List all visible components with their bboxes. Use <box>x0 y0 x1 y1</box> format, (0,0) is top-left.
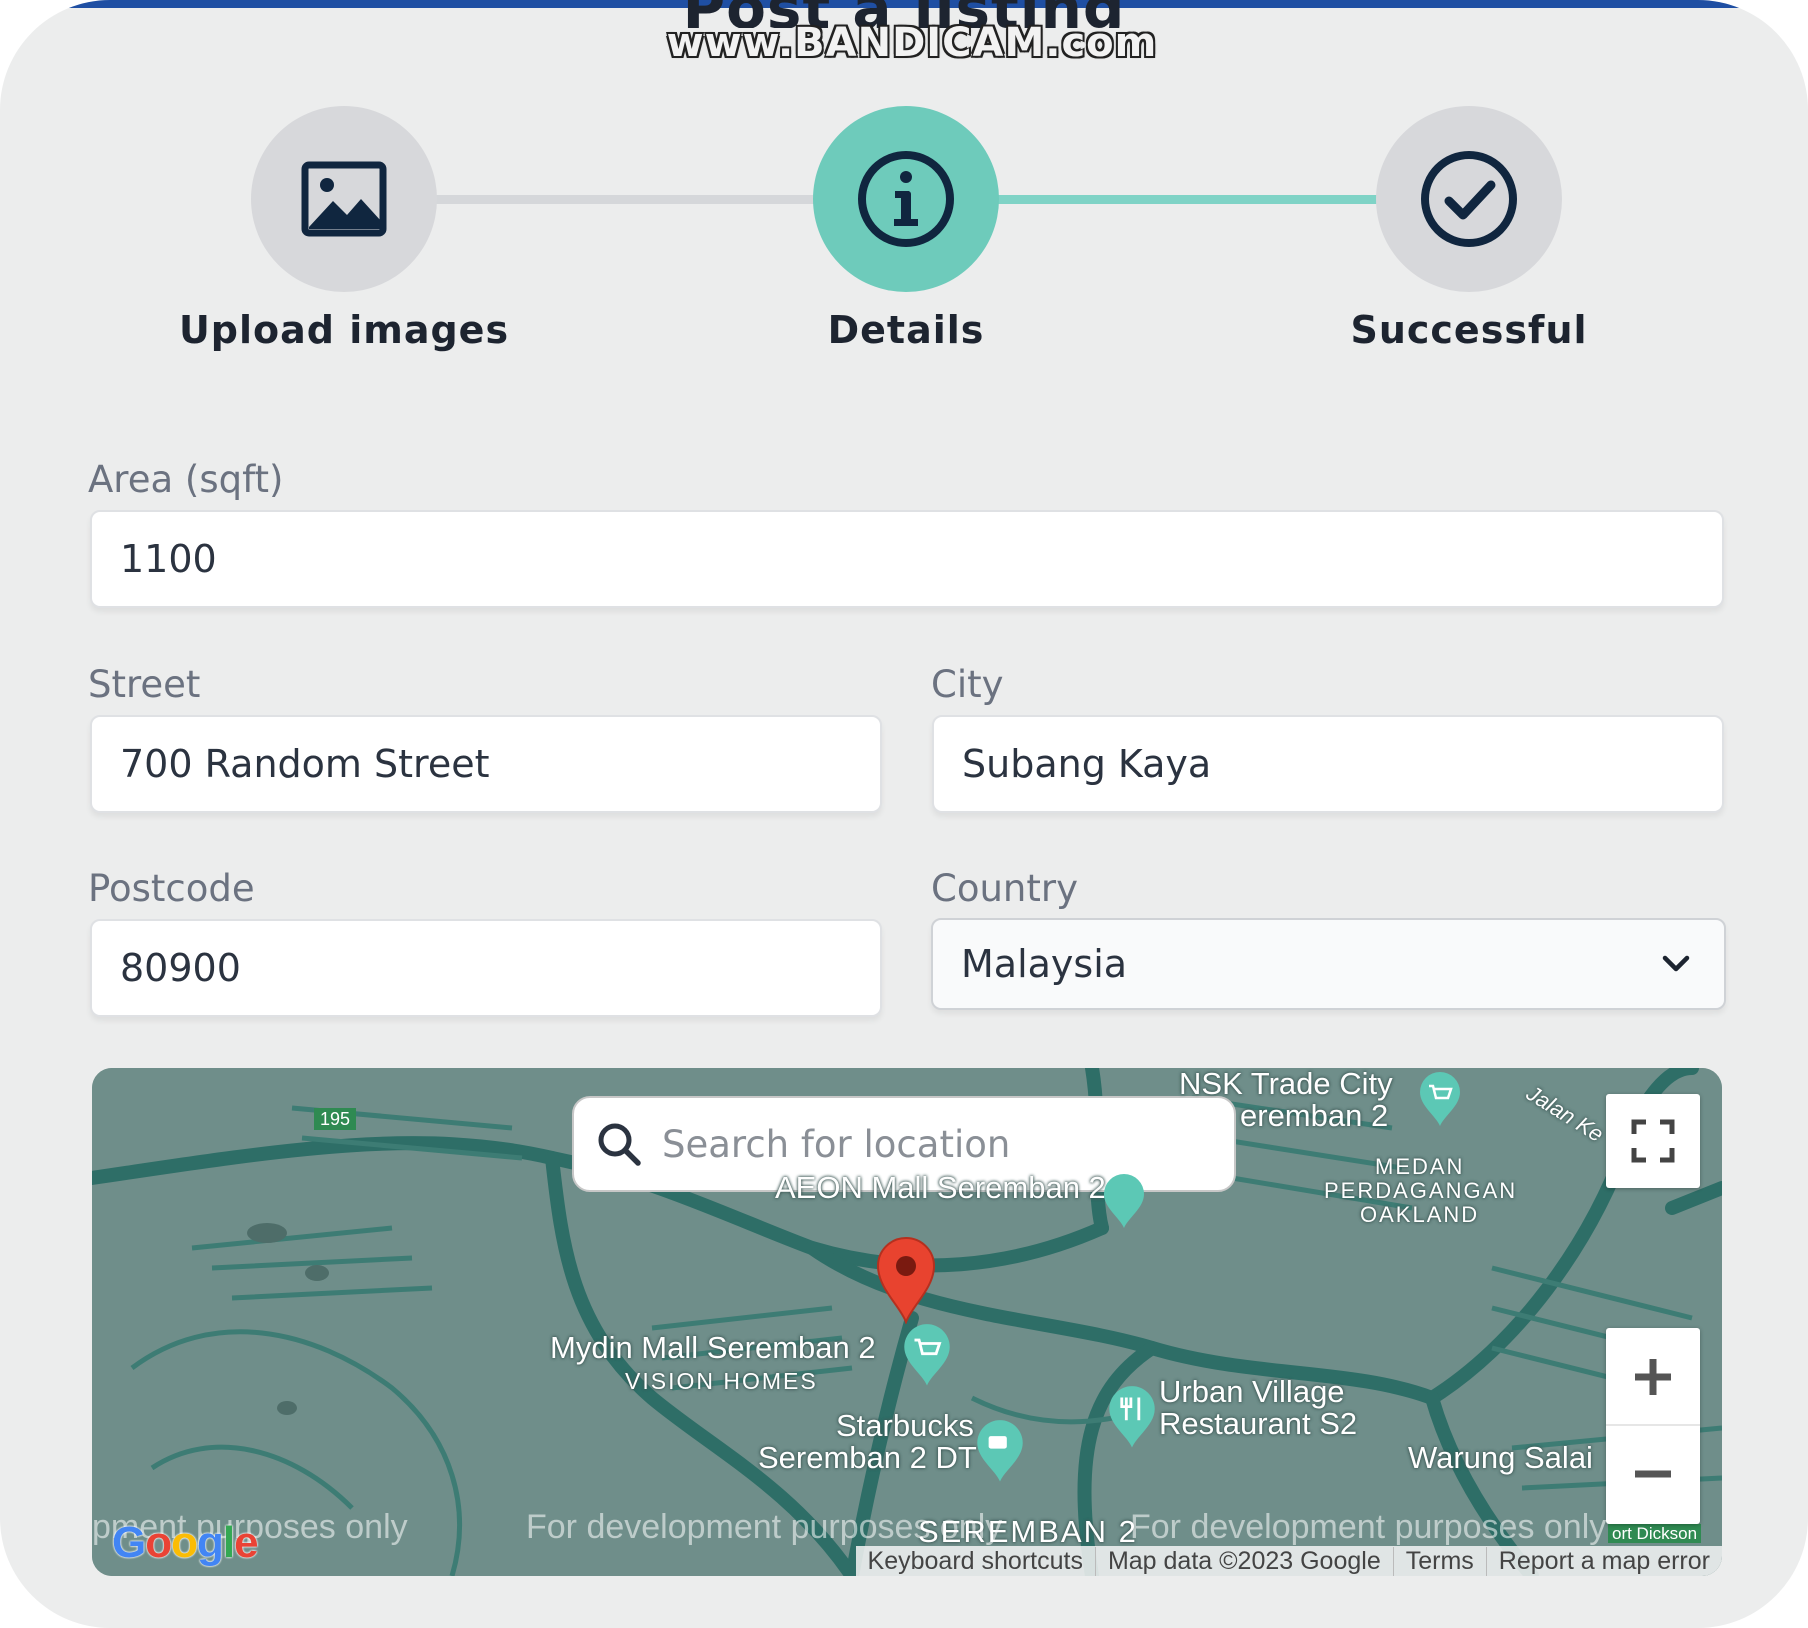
postcode-input[interactable]: 80900 <box>90 919 882 1017</box>
fullscreen-button[interactable] <box>1606 1094 1700 1188</box>
check-circle-icon <box>1421 151 1517 247</box>
map-label-oakland: OAKLAND <box>1360 1202 1480 1227</box>
country-value: Malaysia <box>961 942 1128 986</box>
area-value: 1100 <box>120 537 217 581</box>
map-attribution: Keyboard shortcuts Map data ©2023 Google… <box>855 1546 1722 1576</box>
stepper-connector-2 <box>998 195 1378 204</box>
recorder-watermark: www.BANDICAM.com <box>666 20 1158 66</box>
google-logo: Google <box>112 1518 259 1567</box>
location-map[interactable]: 195 Search for location NSK Trade City e… <box>92 1068 1722 1576</box>
minus-icon <box>1635 1470 1671 1478</box>
search-icon <box>598 1123 641 1166</box>
map-label-mydin: Mydin Mall Seremban 2 <box>550 1330 876 1365</box>
step-label-successful: Successful <box>1350 308 1588 352</box>
shopping-poi-icon <box>1104 1174 1144 1228</box>
location-pin-icon <box>876 1237 936 1324</box>
postcode-value: 80900 <box>120 946 241 990</box>
chevron-down-icon <box>1662 955 1690 972</box>
restaurant-poi-icon <box>1109 1386 1155 1448</box>
listing-card: Post a listing www.BANDICAM.com Upload i… <box>0 0 1808 1628</box>
step-upload-images[interactable] <box>251 106 437 292</box>
country-select[interactable]: Malaysia <box>931 918 1726 1010</box>
city-value: Subang Kaya <box>962 742 1212 786</box>
report-map-error-link[interactable]: Report a map error <box>1485 1546 1722 1576</box>
country-label: Country <box>931 867 1078 910</box>
dev-watermark-2: For development purposes only <box>526 1508 1003 1546</box>
map-label-warung: Warung Salai <box>1408 1440 1593 1475</box>
postcode-label: Postcode <box>88 867 255 910</box>
city-input[interactable]: Subang Kaya <box>932 715 1724 813</box>
fullscreen-icon <box>1631 1119 1675 1163</box>
zoom-out-button[interactable] <box>1606 1426 1700 1522</box>
map-search-placeholder: Search for location <box>662 1122 1011 1166</box>
map-label-vision-homes: VISION HOMES <box>625 1368 818 1394</box>
step-successful[interactable] <box>1376 106 1562 292</box>
map-label-port: ort Dickson <box>1608 1524 1702 1543</box>
dev-watermark-3: For development purposes only <box>1130 1508 1607 1546</box>
cafe-poi-icon <box>977 1420 1023 1482</box>
map-label-starbucks: Starbucks <box>836 1408 974 1443</box>
map-label-perdagangan: PERDAGANGAN <box>1324 1178 1518 1203</box>
city-label: City <box>931 663 1004 706</box>
step-details[interactable] <box>813 106 999 292</box>
map-label-urban-village: Urban Village <box>1159 1374 1345 1409</box>
step-label-upload: Upload images <box>178 308 510 352</box>
zoom-in-button[interactable] <box>1606 1330 1700 1426</box>
map-data-text: Map data ©2023 Google <box>1094 1546 1393 1576</box>
zoom-controls <box>1606 1328 1700 1524</box>
map-label-urban-restaurant: Restaurant S2 <box>1159 1406 1358 1441</box>
info-icon <box>858 151 954 247</box>
map-label-aeon: AEON Mall Seremban 2 <box>775 1170 1106 1205</box>
plus-icon <box>1635 1359 1671 1395</box>
street-input[interactable]: 700 Random Street <box>90 715 882 813</box>
map-label-nsk: NSK Trade City <box>1179 1068 1393 1101</box>
terms-link[interactable]: Terms <box>1392 1546 1486 1576</box>
shopping-poi-icon <box>1420 1072 1460 1126</box>
area-input[interactable]: 1100 <box>90 510 1724 608</box>
map-label-starbucks-dt: Seremban 2 DT <box>758 1440 977 1475</box>
street-value: 700 Random Street <box>120 742 490 786</box>
map-label-medan: MEDAN <box>1375 1154 1465 1179</box>
route-195-shield: 195 <box>314 1108 357 1130</box>
street-label: Street <box>88 663 201 706</box>
step-label-details: Details <box>827 308 985 352</box>
shopping-poi-icon <box>904 1324 950 1386</box>
image-icon <box>301 161 387 237</box>
area-label: Area (sqft) <box>88 458 284 501</box>
map-label-nsk2: eremban 2 <box>1240 1098 1389 1133</box>
keyboard-shortcuts-link[interactable]: Keyboard shortcuts <box>856 1547 1095 1576</box>
stepper-connector-1 <box>436 195 814 204</box>
